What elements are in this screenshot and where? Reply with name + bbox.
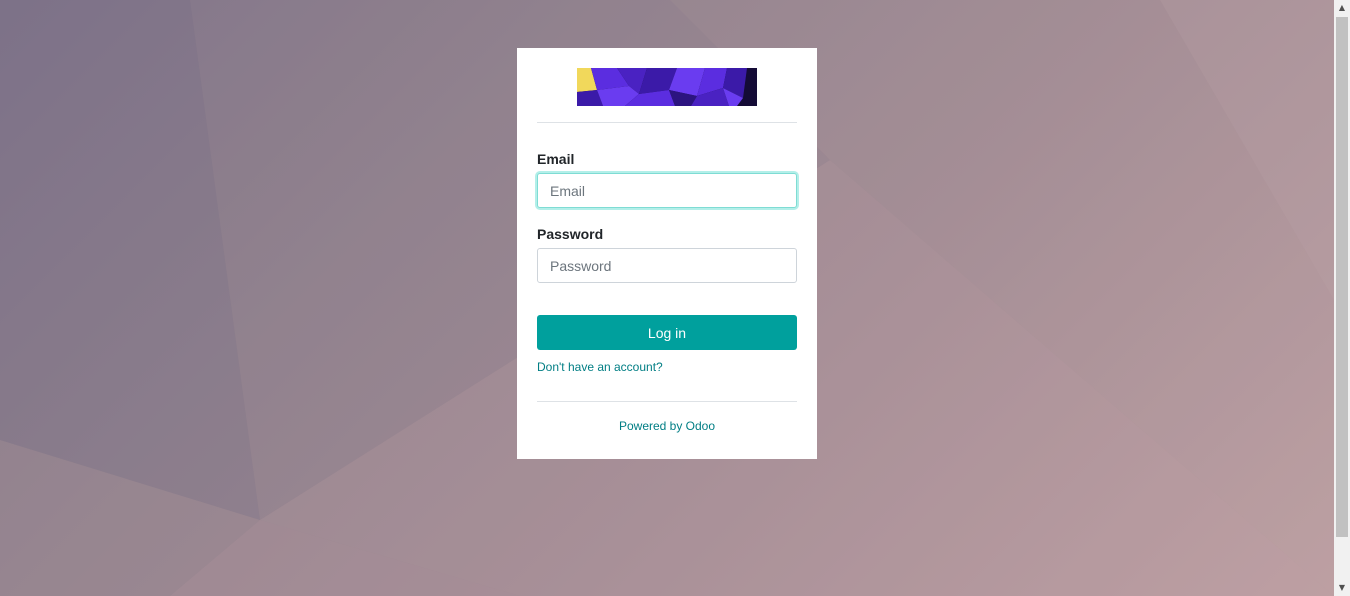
vertical-scrollbar[interactable]: ▲ ▼ <box>1334 0 1350 596</box>
chevron-up-icon[interactable]: ▲ <box>1334 0 1350 16</box>
footer-divider <box>537 401 797 402</box>
powered-by: Powered by Odoo <box>537 419 797 433</box>
scroll-thumb[interactable] <box>1336 17 1348 537</box>
logo-container <box>537 68 797 106</box>
powered-by-brand: Odoo <box>685 419 716 433</box>
password-label: Password <box>537 226 604 242</box>
header-divider <box>537 122 797 123</box>
login-button[interactable]: Log in <box>537 315 797 350</box>
email-field[interactable] <box>537 173 797 208</box>
email-label: Email <box>537 151 575 167</box>
powered-by-link[interactable]: Powered by Odoo <box>619 419 715 433</box>
chevron-down-icon[interactable]: ▼ <box>1334 580 1350 596</box>
password-field[interactable] <box>537 248 797 283</box>
company-logo <box>577 68 757 106</box>
powered-by-prefix: Powered by <box>618 419 686 433</box>
signup-link[interactable]: Don't have an account? <box>537 360 663 374</box>
login-card: Email Password Log in Don't have an acco… <box>517 48 817 459</box>
